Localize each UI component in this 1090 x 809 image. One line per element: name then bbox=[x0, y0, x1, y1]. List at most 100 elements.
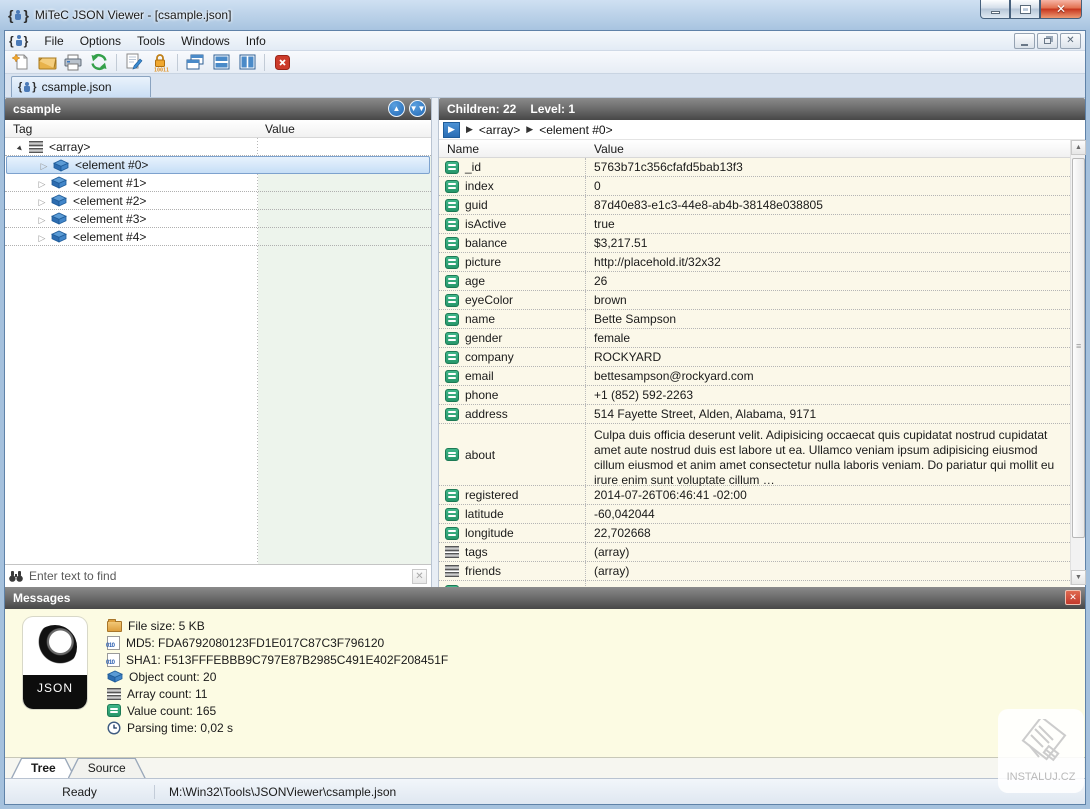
level-indicator: Level: 1 bbox=[530, 102, 575, 116]
property-row-longitude[interactable]: longitude22,702668 bbox=[439, 524, 1070, 543]
file-path: M:\Win32\Tools\JSONViewer\csample.json bbox=[155, 785, 396, 799]
property-row-phone[interactable]: phone+1 (852) 592-2263 bbox=[439, 386, 1070, 405]
json-logo-label: JSON bbox=[23, 675, 87, 709]
messages-panel: Messages ✕ JSON File size: 5 KB010MD5: F… bbox=[5, 587, 1085, 757]
tile-horizontal-button[interactable] bbox=[209, 52, 233, 73]
tree-panel-header: csample ▲ ▼▼ bbox=[5, 98, 431, 120]
minimize-button[interactable] bbox=[980, 0, 1010, 19]
menu-info[interactable]: Info bbox=[238, 32, 274, 50]
tile-vertical-button[interactable] bbox=[235, 52, 259, 73]
collapse-arrow-icon[interactable]: ▼ bbox=[15, 140, 25, 154]
search-clear-button[interactable]: ✕ bbox=[412, 569, 427, 584]
vertical-scrollbar[interactable]: ▲ ▼ bbox=[1070, 140, 1085, 585]
scrollbar-thumb[interactable] bbox=[1072, 158, 1085, 538]
property-value: brown bbox=[594, 293, 627, 307]
tree-node-array[interactable]: ▼ <array> bbox=[5, 138, 431, 156]
tree-node-label: <array> bbox=[49, 140, 90, 154]
tree-node-element-3[interactable]: ▷<element #3> bbox=[5, 210, 431, 228]
minimize-icon bbox=[991, 11, 1000, 14]
breadcrumb-separator-icon: ▶ bbox=[526, 124, 533, 135]
tree-node-element-2[interactable]: ▷ <element #2> bbox=[5, 192, 431, 210]
expand-arrow-icon[interactable]: ▷ bbox=[39, 158, 49, 172]
expand-arrow-icon[interactable]: ▷ bbox=[37, 212, 47, 226]
value-column-header-left[interactable]: Value bbox=[257, 122, 295, 136]
tag-column-header[interactable]: Tag bbox=[5, 122, 257, 136]
property-row-age[interactable]: age26 bbox=[439, 272, 1070, 291]
property-row-eyeColor[interactable]: eyeColorbrown bbox=[439, 291, 1070, 310]
property-row-index[interactable]: index0 bbox=[439, 177, 1070, 196]
watermark-text: INSTALUJ.CZ bbox=[1007, 771, 1076, 783]
cascade-windows-button[interactable] bbox=[183, 52, 207, 73]
property-row-tags[interactable]: tags(array) bbox=[439, 543, 1070, 562]
mdi-minimize-button[interactable] bbox=[1014, 33, 1035, 49]
close-file-button[interactable] bbox=[270, 52, 294, 73]
breadcrumb-item-0[interactable]: <array> bbox=[479, 123, 520, 137]
property-row-address[interactable]: address514 Fayette Street, Alden, Alabam… bbox=[439, 405, 1070, 424]
tree-node-element-0[interactable]: ▷<element #0> bbox=[6, 156, 430, 174]
menu-tools[interactable]: Tools bbox=[129, 32, 173, 50]
value-icon bbox=[445, 275, 459, 288]
breadcrumb-item-1[interactable]: <element #0> bbox=[539, 123, 612, 137]
value-column-header-right[interactable]: Value bbox=[586, 142, 624, 156]
collapse-all-button[interactable]: ▲ bbox=[388, 100, 405, 117]
array-icon bbox=[29, 141, 43, 153]
property-value: -60,042044 bbox=[594, 507, 655, 521]
menu-file[interactable]: File bbox=[36, 32, 71, 50]
tree-node-element-1[interactable]: ▷<element #1> bbox=[5, 174, 431, 192]
scroll-up-button[interactable]: ▲ bbox=[1071, 140, 1086, 155]
property-row-name[interactable]: nameBette Sampson bbox=[439, 310, 1070, 329]
messages-close-button[interactable]: ✕ bbox=[1065, 590, 1081, 605]
messages-list: File size: 5 KB010MD5: FDA6792080123FD1E… bbox=[107, 617, 448, 757]
scroll-down-button[interactable]: ▼ bbox=[1071, 570, 1086, 585]
property-row-email[interactable]: emailbettesampson@rockyard.com bbox=[439, 367, 1070, 386]
mdi-close-button[interactable]: ✕ bbox=[1060, 33, 1081, 49]
property-row-gender[interactable]: genderfemale bbox=[439, 329, 1070, 348]
toolbar: 10011 bbox=[5, 51, 1085, 74]
window-title: MiTeC JSON Viewer - [csample.json] bbox=[35, 8, 232, 22]
mdi-restore-button[interactable] bbox=[1037, 33, 1058, 49]
tab-label: Tree bbox=[31, 761, 56, 775]
menu-windows[interactable]: Windows bbox=[173, 32, 238, 50]
property-row-latitude[interactable]: latitude-60,042044 bbox=[439, 505, 1070, 524]
document-tab[interactable]: {} csample.json bbox=[11, 76, 151, 97]
lock-button[interactable]: 10011 bbox=[148, 52, 172, 73]
property-row-isActive[interactable]: isActivetrue bbox=[439, 215, 1070, 234]
property-row-_id[interactable]: _id5763b71c356cfafd5bab13f3 bbox=[439, 158, 1070, 177]
property-value: 514 Fayette Street, Alden, Alabama, 9171 bbox=[594, 407, 816, 421]
array-icon bbox=[445, 565, 459, 577]
property-row-guid[interactable]: guid87d40e83-e1c3-44e8-ab4b-38148e038805 bbox=[439, 196, 1070, 215]
property-name: longitude bbox=[465, 526, 514, 540]
value-icon bbox=[445, 389, 459, 402]
client-area: {} FileOptionsToolsWindowsInfo ✕ 10011 {… bbox=[4, 30, 1086, 805]
expand-arrow-icon[interactable]: ▷ bbox=[37, 230, 47, 244]
property-row-balance[interactable]: balance$3,217.51 bbox=[439, 234, 1070, 253]
new-file-button[interactable] bbox=[9, 52, 33, 73]
tree-node-label: <element #2> bbox=[73, 194, 146, 208]
toolbar-separator bbox=[264, 54, 265, 71]
expand-all-button[interactable]: ▼▼ bbox=[409, 100, 426, 117]
property-name: email bbox=[465, 369, 494, 383]
name-column-header[interactable]: Name bbox=[439, 142, 586, 156]
property-row-company[interactable]: companyROCKYARD bbox=[439, 348, 1070, 367]
tab-tree[interactable]: Tree bbox=[11, 758, 76, 778]
open-file-button[interactable] bbox=[35, 52, 59, 73]
menu-options[interactable]: Options bbox=[72, 32, 129, 50]
close-button[interactable]: ✕ bbox=[1040, 0, 1082, 19]
property-row-about[interactable]: aboutCulpa duis officia deserunt velit. … bbox=[439, 424, 1070, 486]
property-value: +1 (852) 592-2263 bbox=[594, 388, 693, 402]
property-row-picture[interactable]: picturehttp://placehold.it/32x32 bbox=[439, 253, 1070, 272]
expand-arrow-icon[interactable]: ▷ bbox=[37, 176, 47, 190]
tab-source[interactable]: Source bbox=[68, 758, 146, 778]
print-button[interactable] bbox=[61, 52, 85, 73]
svg-text:10011: 10011 bbox=[154, 67, 169, 72]
expand-arrow-icon[interactable]: ▷ bbox=[37, 194, 47, 208]
validate-button[interactable] bbox=[122, 52, 146, 73]
property-row-registered[interactable]: registered2014-07-26T06:46:41 -02:00 bbox=[439, 486, 1070, 505]
breadcrumb-root-button[interactable]: ▶ bbox=[443, 122, 460, 138]
refresh-button[interactable] bbox=[87, 52, 111, 73]
menu-bar: {} FileOptionsToolsWindowsInfo ✕ bbox=[5, 31, 1085, 51]
tree-node-element-4[interactable]: ▷<element #4> bbox=[5, 228, 431, 246]
property-row-friends[interactable]: friends(array) bbox=[439, 562, 1070, 581]
maximize-button[interactable] bbox=[1010, 0, 1040, 19]
search-input[interactable] bbox=[27, 568, 408, 584]
